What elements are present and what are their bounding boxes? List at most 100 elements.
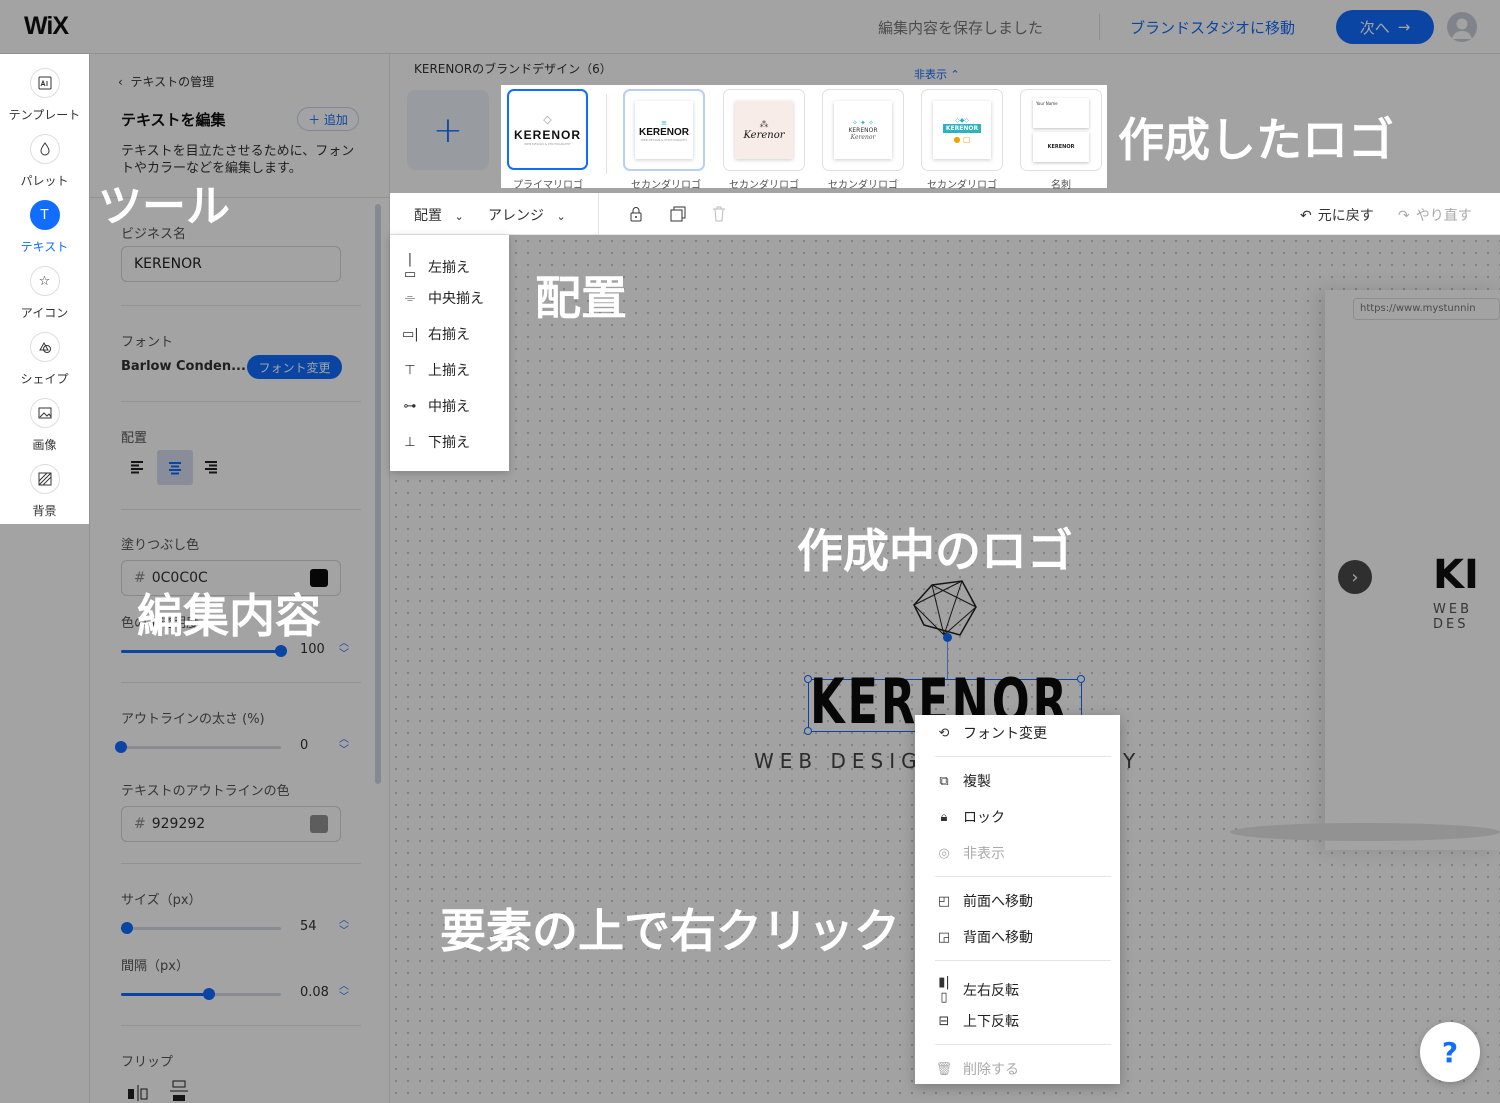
add-logo-button[interactable]: + <box>407 90 489 170</box>
opacity-stepper[interactable]: ︿ ﹀ <box>338 638 350 660</box>
align-center-icon: ⌯ <box>404 290 416 306</box>
logo-card-secondary-2[interactable]: ⁂ Kerenor <box>723 89 805 171</box>
ctx-delete[interactable]: 🗑︎ 削除する <box>935 1059 1019 1079</box>
help-button[interactable]: ? <box>1420 1022 1480 1082</box>
wix-logo[interactable]: WiX <box>24 12 69 41</box>
ctx-lock[interactable]: 🔒︎ ロック <box>935 807 1005 827</box>
align-right-icon[interactable] <box>203 459 219 475</box>
ctx-hide[interactable]: ◎ 非表示 <box>935 843 1005 863</box>
outline-width-stepper[interactable]: ︿ ﹀ <box>338 734 350 756</box>
card-caption: セカンダリロゴ <box>828 180 898 191</box>
redo-button[interactable]: ↷ やり直す <box>1398 205 1472 225</box>
shape-icon <box>29 332 60 362</box>
bring-forward-icon: ◰ <box>937 893 951 909</box>
tool-image[interactable]: 画像 <box>0 398 89 453</box>
align-top-option[interactable]: ⊤ 上揃え <box>402 360 470 380</box>
rotate-handle[interactable] <box>943 633 952 642</box>
annotation-logo-in-progress: 作成中のロゴ <box>797 524 1073 578</box>
menu-divider <box>935 960 1111 961</box>
slider-knob[interactable] <box>275 645 287 657</box>
align-center-icon[interactable] <box>157 450 193 485</box>
ctx-duplicate[interactable]: ⧉ 複製 <box>935 771 991 791</box>
outline-width-label: アウトラインの太さ (%) <box>121 712 265 727</box>
undo-button[interactable]: ↶ 元に戻す <box>1300 205 1374 225</box>
ctx-bring-forward[interactable]: ◰ 前面へ移動 <box>935 891 1033 911</box>
tool-template[interactable]: テンプレート <box>0 68 89 123</box>
tool-palette[interactable]: パレット <box>0 134 89 189</box>
ctx-flip-horizontal[interactable]: ▮|▯ 左右反転 <box>935 975 1019 1005</box>
tool-shape[interactable]: シェイプ <box>0 332 89 387</box>
opacity-slider[interactable] <box>121 645 287 657</box>
outline-width-slider[interactable] <box>115 741 281 753</box>
tool-text[interactable]: T テキスト <box>0 200 89 255</box>
size-stepper[interactable]: ︿ ﹀ <box>338 915 350 937</box>
lock-icon[interactable] <box>629 206 643 226</box>
divider <box>121 509 361 510</box>
spacing-stepper[interactable]: ︿ ﹀ <box>338 981 350 1003</box>
slider-knob[interactable] <box>115 741 127 753</box>
text-icon: T <box>29 200 60 230</box>
align-dropdown: |▭ 左揃え ⌯ 中央揃え ▭| 右揃え ⊤ 上揃え ⊶ 中揃え ⊥ 下揃え <box>390 235 509 471</box>
business-name-value: KERENOR <box>134 256 202 272</box>
back-link-label: テキストの管理 <box>130 75 215 89</box>
outline-color-input[interactable]: #929292 <box>121 806 341 842</box>
back-link[interactable]: ‹ テキストの管理 <box>118 73 214 90</box>
next-button[interactable]: 次へ → <box>1336 10 1434 44</box>
slider-knob[interactable] <box>121 922 134 934</box>
logo-card-secondary-4[interactable]: ◇◆◇ KERENOR ● ▢ <box>921 89 1003 171</box>
align-left-icon[interactable] <box>129 459 145 475</box>
annotation-alignment: 配置 <box>535 271 627 325</box>
flip-vertical-icon[interactable] <box>168 1079 190 1103</box>
trash-icon[interactable] <box>712 206 726 226</box>
outline-color-swatch[interactable] <box>310 815 328 833</box>
next-button-label: 次へ <box>1359 18 1390 37</box>
chevron-right-icon[interactable]: › <box>1338 560 1372 594</box>
add-text-button[interactable]: ＋ 追加 <box>297 107 359 131</box>
logo-card-secondary-3[interactable]: ✧ ✦ ✧ KERENOR Kerenor <box>822 89 904 171</box>
arrange-menu-button[interactable]: アレンジ ⌄ <box>488 205 566 225</box>
flip-horizontal-icon[interactable] <box>126 1081 150 1103</box>
brand-studio-link[interactable]: ブランドスタジオに移動 <box>1130 17 1295 38</box>
panel-scrollbar[interactable] <box>375 204 381 784</box>
tool-rail: テンプレート パレット T テキスト ☆ アイコン シェイプ 画像 背景 <box>0 54 89 524</box>
ctx-label: 左右反転 <box>963 983 1019 999</box>
ctx-label: 非表示 <box>963 846 1005 862</box>
ctx-send-backward[interactable]: ◲ 背面へ移動 <box>935 927 1033 947</box>
font-change-button[interactable]: フォント変更 <box>247 355 342 379</box>
outline-color-value: 929292 <box>151 816 206 832</box>
align-right-option[interactable]: ▭| 右揃え <box>402 324 470 344</box>
card-mark: KERENOR <box>942 123 982 133</box>
business-name-input[interactable]: KERENOR <box>121 246 341 282</box>
spacing-slider[interactable] <box>121 988 281 1000</box>
divider <box>121 863 361 864</box>
redo-label: やり直す <box>1415 208 1472 224</box>
option-label: 中揃え <box>428 399 470 415</box>
ctx-font-change[interactable]: ⟲ フォント変更 <box>935 723 1047 743</box>
size-slider[interactable] <box>121 922 281 934</box>
align-menu-button[interactable]: 配置 ⌄ <box>414 205 464 225</box>
duplicate-icon[interactable] <box>670 206 686 226</box>
align-middle-option[interactable]: ⊶ 中揃え <box>402 396 471 416</box>
alignment-label: 配置 <box>121 431 148 446</box>
logo-card-business-card[interactable]: Your Name KERENOR <box>1020 89 1102 171</box>
tool-icon[interactable]: ☆ アイコン <box>0 266 89 321</box>
avatar[interactable] <box>1447 12 1477 42</box>
pattern-icon: ◇◆◇ <box>955 116 969 124</box>
resize-handle[interactable] <box>1077 675 1085 683</box>
slider-knob[interactable] <box>203 988 215 1000</box>
flip-horizontal-icon: ▮|▯ <box>938 975 950 1005</box>
card-sub: Your Name <box>1033 98 1089 128</box>
redo-icon: ↷ <box>1398 208 1410 224</box>
hide-toggle[interactable]: 非表示 ⌃ <box>914 66 960 82</box>
align-left-option[interactable]: |▭ 左揃え <box>402 252 470 282</box>
trash-icon: 🗑︎ <box>935 1061 953 1077</box>
align-center-option[interactable]: ⌯ 中央揃え <box>402 288 484 308</box>
logo-card-secondary-1[interactable]: ≡ KERENOR WEB DESIGN & PHOTOGRAPHY <box>623 89 705 171</box>
align-bottom-option[interactable]: ⊥ 下揃え <box>402 432 470 452</box>
card-preview: ✧ ✦ ✧ KERENOR Kerenor <box>834 101 892 159</box>
tool-background[interactable]: 背景 <box>0 464 89 519</box>
annotation-edit-content: 編集内容 <box>137 589 321 643</box>
logo-card-primary[interactable]: ◇ KERENOR WEB DESIGN & PHOTOGRAPHY <box>507 89 588 170</box>
ctx-flip-vertical[interactable]: ⊟ 上下反転 <box>935 1011 1019 1031</box>
card-caption: プライマリロゴ <box>513 180 583 191</box>
